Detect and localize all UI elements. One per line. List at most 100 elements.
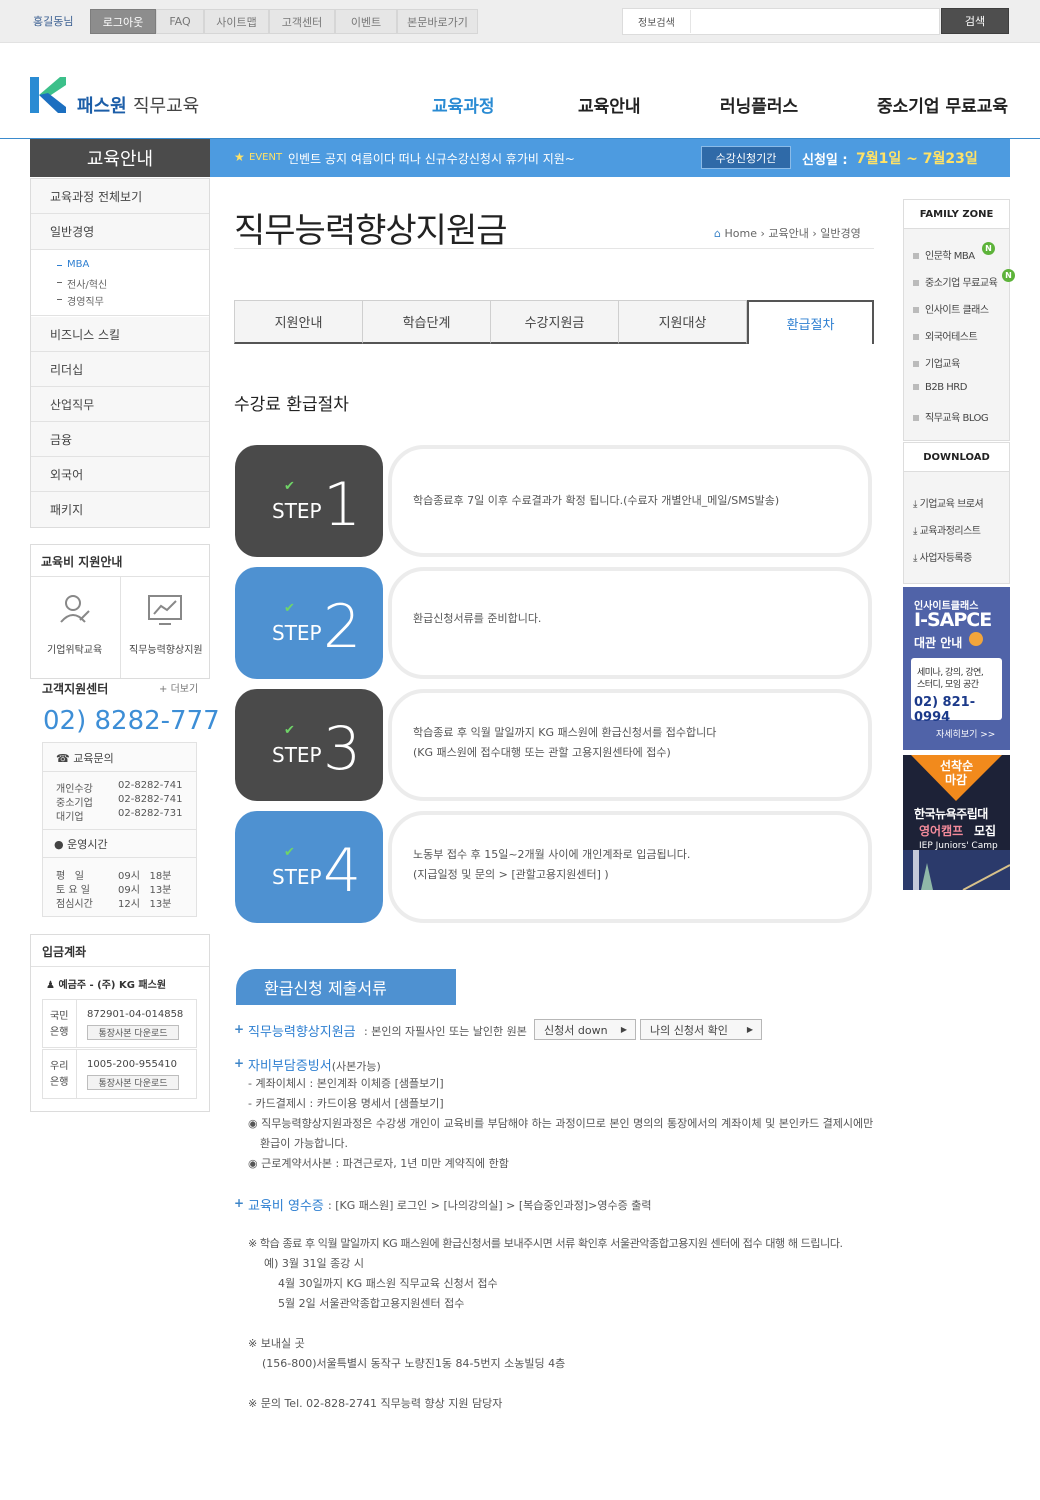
- english-camp-banner[interactable]: 선착순 마감 한국뉴욕주립대 영어캠프 모집 IEP Juniors' Camp: [903, 755, 1010, 890]
- customer-center-button[interactable]: 고객센터: [269, 9, 335, 34]
- step-word: STEP: [272, 743, 322, 767]
- family-link-corporate[interactable]: 기업교육: [913, 355, 960, 370]
- support-card-job-skill[interactable]: 직무능력향상지원: [129, 641, 203, 656]
- check-icon: ✔: [284, 845, 295, 860]
- dash-icon: [57, 265, 62, 266]
- tab-learning-stage[interactable]: 학습단계: [362, 300, 491, 344]
- doc2-bullet-1: ◉ 근로계약서사본 : 파견근로자, 1년 미만 계약직에 한함: [248, 1154, 509, 1174]
- download-business-reg-label: 사업자등록증: [919, 553, 973, 564]
- family-link-insight-class[interactable]: 인사이트 클래스: [913, 301, 989, 316]
- doc2-bullet-0: ◉ 직무능력향상지원과정은 수강생 개인이 교육비를 부담해야 하는 과정이므로…: [248, 1114, 873, 1134]
- gnav-sme-free[interactable]: 중소기업 무료교육: [877, 92, 1008, 117]
- lnb-item-leadership[interactable]: 리더십: [31, 352, 209, 387]
- cc-inquiry-label-2: 대기업: [56, 812, 84, 823]
- banner2-l5: 모집: [974, 824, 997, 838]
- event-button[interactable]: 이벤트: [335, 9, 397, 34]
- cc-more-link[interactable]: + 더보기: [159, 680, 198, 695]
- step-word: STEP: [272, 499, 322, 523]
- gnav-learning-plus[interactable]: 러닝플러스: [720, 92, 798, 117]
- gnav-guide[interactable]: 교육안내: [578, 92, 641, 117]
- download-course-list[interactable]: ⤓ 교육과정리스트: [913, 522, 981, 537]
- bank-holder: ♟ 예금주 - (주) KG 패스원: [46, 976, 166, 991]
- content-tabs: 지원안내 학습단계 수강지원금 지원대상 환급절차: [234, 300, 874, 344]
- breadcrumb-guide[interactable]: 교육안내: [768, 227, 808, 240]
- section-title: 수강료 환급절차: [234, 395, 349, 415]
- family-link-blog[interactable]: 직무교육 BLOG: [913, 409, 989, 424]
- lnb-item-industry[interactable]: 산업직무: [31, 387, 209, 422]
- bank-title: 입금계좌: [42, 945, 87, 959]
- event-text[interactable]: 인벤트 공지 여름이다 떠나 신규수강신청시 휴가비 지원~: [288, 150, 575, 167]
- lnb-sub-innovation[interactable]: 전사/혁신: [67, 276, 107, 291]
- logo-main: 패스원: [77, 96, 127, 117]
- download-brochure[interactable]: ⤓ 기업교육 브로셔: [913, 495, 984, 510]
- logo-text[interactable]: 패스원 직무교육: [77, 92, 199, 118]
- download-icon: ⤓: [913, 499, 920, 510]
- tab-tuition-support[interactable]: 수강지원금: [490, 300, 619, 344]
- plus-icon: +: [234, 1022, 245, 1036]
- download-course-list-label: 교육과정리스트: [919, 526, 981, 537]
- star-icon: ★: [234, 150, 245, 164]
- cc-hours-label-0: 평 일: [56, 871, 84, 882]
- cc-phone: 02) 8282-777: [43, 706, 220, 736]
- family-link-language-test[interactable]: 외국어테스트: [913, 328, 978, 343]
- lnb-sub-management[interactable]: 경영직무: [67, 293, 104, 308]
- breadcrumb-home[interactable]: Home: [724, 227, 756, 240]
- gnav-courses[interactable]: 교육과정: [432, 92, 495, 117]
- logout-button[interactable]: 로그아웃: [90, 9, 156, 34]
- support-card-corporate[interactable]: 기업위탁교육: [47, 641, 102, 656]
- search-button[interactable]: 검색: [941, 8, 1009, 34]
- step-text-1: 학습종료후 7일 이후 수료결과가 확정 됩니다.(수료자 개별안내_메일/SM…: [413, 494, 780, 507]
- doc2-line-1: - 카드결제시 : 카드이용 명세서 [샘플보기]: [248, 1097, 444, 1110]
- step-badge-1: ✔ STEP 1: [235, 445, 383, 557]
- doc3-desc: : [KG 패스원] 로그인 > [나의강의실] > [복습중인과정]>영수증 …: [328, 1199, 652, 1212]
- lnb-item-all[interactable]: 교육과정 전체보기: [31, 179, 209, 214]
- cc-inquiry-label: 교육문의: [73, 752, 114, 765]
- my-application-button[interactable]: 나의 신청서 확인 ▶: [640, 1019, 762, 1040]
- family-link-humanities-mba[interactable]: 인문학 MBA: [913, 247, 975, 262]
- logo-icon[interactable]: [30, 77, 66, 113]
- banner1-phone: 02) 821-0994: [914, 695, 976, 725]
- tab-eligibility[interactable]: 지원대상: [618, 300, 747, 344]
- plus-icon: +: [159, 684, 171, 695]
- lnb-item-language[interactable]: 외국어: [31, 457, 209, 492]
- apply-date: 7월1일 ~ 7월23일: [856, 151, 978, 167]
- sitemap-button[interactable]: 사이트맵: [204, 9, 269, 34]
- skip-to-content-button[interactable]: 본문바로가기: [397, 9, 478, 34]
- step-badge-2: ✔ STEP 2: [235, 567, 383, 679]
- download-title: DOWNLOAD: [903, 442, 1010, 472]
- tab-refund-procedure[interactable]: 환급절차: [747, 300, 874, 344]
- lnb-item-package[interactable]: 패키지: [31, 492, 209, 527]
- breadcrumb-current[interactable]: 일반경영: [820, 227, 860, 240]
- bank-download-0[interactable]: 통장사본 다운로드: [87, 1025, 179, 1040]
- person-edit-icon[interactable]: [56, 592, 92, 628]
- bank-name-1: 우리 은행: [50, 1059, 68, 1091]
- check-icon: ✔: [284, 723, 295, 738]
- doc1-head: 직무능력향상지원금: [248, 1025, 356, 1040]
- banner2-l4: 영어캠프: [919, 824, 964, 838]
- insight-space-banner[interactable]: 인사이트클래스 I-SAPCE 대관 안내 세미나, 강의, 강연, 스터디, …: [903, 587, 1010, 750]
- family-link-b2b-hrd[interactable]: B2B HRD: [913, 382, 967, 393]
- lnb-item-general[interactable]: 일반경영: [31, 214, 209, 249]
- download-business-reg[interactable]: ⤓ 사업자등록증: [913, 549, 972, 564]
- step-text-4a: 노동부 접수 후 15일~2개월 사이에 개인계좌로 입금됩니다.: [413, 848, 691, 861]
- bank-download-1[interactable]: 통장사본 다운로드: [87, 1075, 179, 1090]
- banner1-l3: 대관 안내: [914, 636, 963, 650]
- faq-button[interactable]: FAQ: [156, 9, 204, 34]
- doc2-head-label: 자비부담증빙서: [248, 1059, 332, 1074]
- lnb-sub-mba[interactable]: MBA: [67, 259, 89, 270]
- bulb-icon: [969, 632, 983, 646]
- plus-icon: +: [234, 1056, 245, 1070]
- triangle-right-icon: ▶: [620, 1025, 627, 1034]
- search-input[interactable]: [690, 10, 936, 33]
- banner2-l6: IEP Juniors' Camp: [919, 841, 998, 851]
- application-download-button[interactable]: 신청서 down ▶: [534, 1019, 636, 1040]
- chart-monitor-icon[interactable]: [147, 594, 183, 626]
- tab-support-info[interactable]: 지원안내: [234, 300, 363, 344]
- divider: [43, 857, 196, 858]
- lnb-item-finance[interactable]: 금융: [31, 422, 209, 457]
- family-link-sme-free[interactable]: 중소기업 무료교육: [913, 274, 998, 289]
- lnb-item-business-skill[interactable]: 비즈니스 스킬: [31, 317, 209, 352]
- banner1-l2: I-SAPCE: [914, 609, 992, 631]
- doc1-btn1-label: 신청서 down: [544, 1023, 608, 1037]
- divider: [76, 1000, 77, 1047]
